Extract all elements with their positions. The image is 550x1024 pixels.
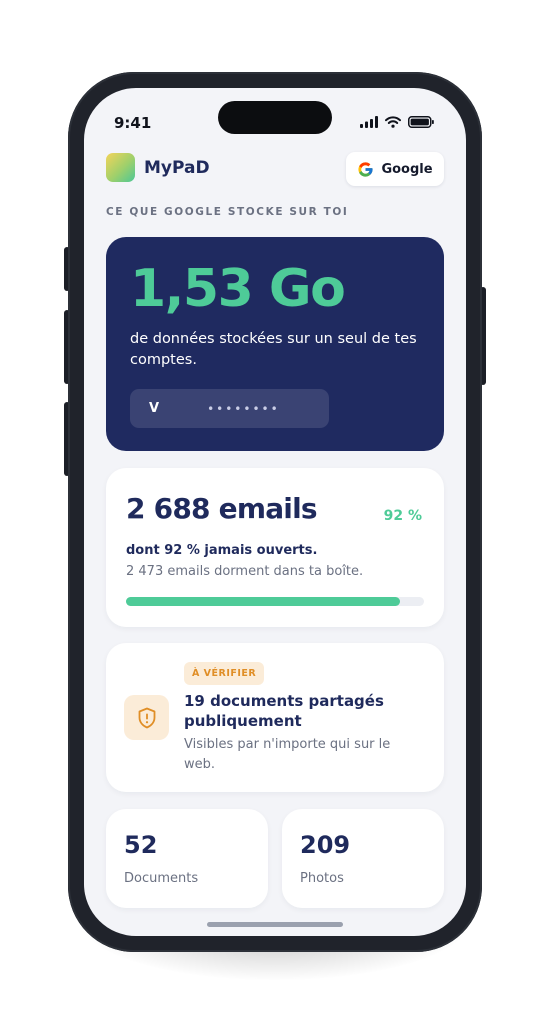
signal-icon — [360, 116, 378, 128]
emails-count: 2 688 emails — [126, 492, 318, 525]
section-title: CE QUE GOOGLE STOCKE SUR TOI — [106, 206, 349, 218]
battery-icon — [408, 116, 434, 128]
google-g-icon — [358, 161, 374, 177]
storage-value: 1,53 Go — [130, 259, 346, 319]
app-header: MyPaD Google — [106, 152, 444, 188]
photos-stat-card[interactable]: 209 Photos — [282, 809, 444, 908]
status-icons — [360, 116, 434, 128]
storage-card[interactable]: 1,53 Go de données stockées sur un seul … — [106, 237, 444, 451]
wifi-icon — [385, 116, 401, 128]
account-masked-email: •••••••• — [207, 401, 280, 416]
app-name: MyPaD — [144, 158, 210, 178]
home-indicator[interactable] — [207, 922, 343, 927]
storage-description: de données stockées sur un seul de tes c… — [130, 331, 417, 368]
phone-frame: 9:41 MyPaD Google CE QUE GOOGLE STOCKE S… — [68, 72, 482, 952]
dynamic-island — [218, 101, 332, 134]
emails-unopened-percent: 92 % — [383, 508, 422, 524]
google-account-button[interactable]: Google — [346, 152, 444, 186]
shared-documents-card[interactable]: À VÉRIFIER 19 documents partagés publiqu… — [106, 643, 444, 792]
shared-documents-description: Visibles par n'importe qui sur le web. — [184, 737, 391, 772]
emails-progress-track — [126, 597, 424, 606]
documents-label: Documents — [124, 871, 199, 886]
alert-icon-box — [124, 695, 169, 740]
photos-label: Photos — [300, 871, 344, 886]
verify-badge: À VÉRIFIER — [184, 662, 265, 685]
documents-count: 52 — [124, 831, 158, 859]
documents-stat-card[interactable]: 52 Documents — [106, 809, 268, 908]
shared-documents-title: 19 documents partagés publiquement — [184, 692, 384, 730]
account-selector[interactable]: V •••••••• — [130, 389, 329, 428]
account-initial: V — [149, 401, 160, 416]
shield-alert-icon — [138, 707, 155, 728]
google-button-label: Google — [381, 161, 433, 177]
emails-unopened-text: dont 92 % jamais ouverts. — [126, 543, 318, 558]
photos-count: 209 — [300, 831, 351, 859]
status-time: 9:41 — [114, 114, 152, 132]
emails-card[interactable]: 2 688 emails 92 % dont 92 % jamais ouver… — [106, 468, 444, 627]
emails-progress-fill — [126, 597, 401, 606]
phone-screen: 9:41 MyPaD Google CE QUE GOOGLE STOCKE S… — [84, 88, 466, 936]
emails-dormant-text: 2 473 emails dorment dans ta boîte. — [126, 564, 364, 579]
app-logo-icon — [106, 153, 135, 182]
